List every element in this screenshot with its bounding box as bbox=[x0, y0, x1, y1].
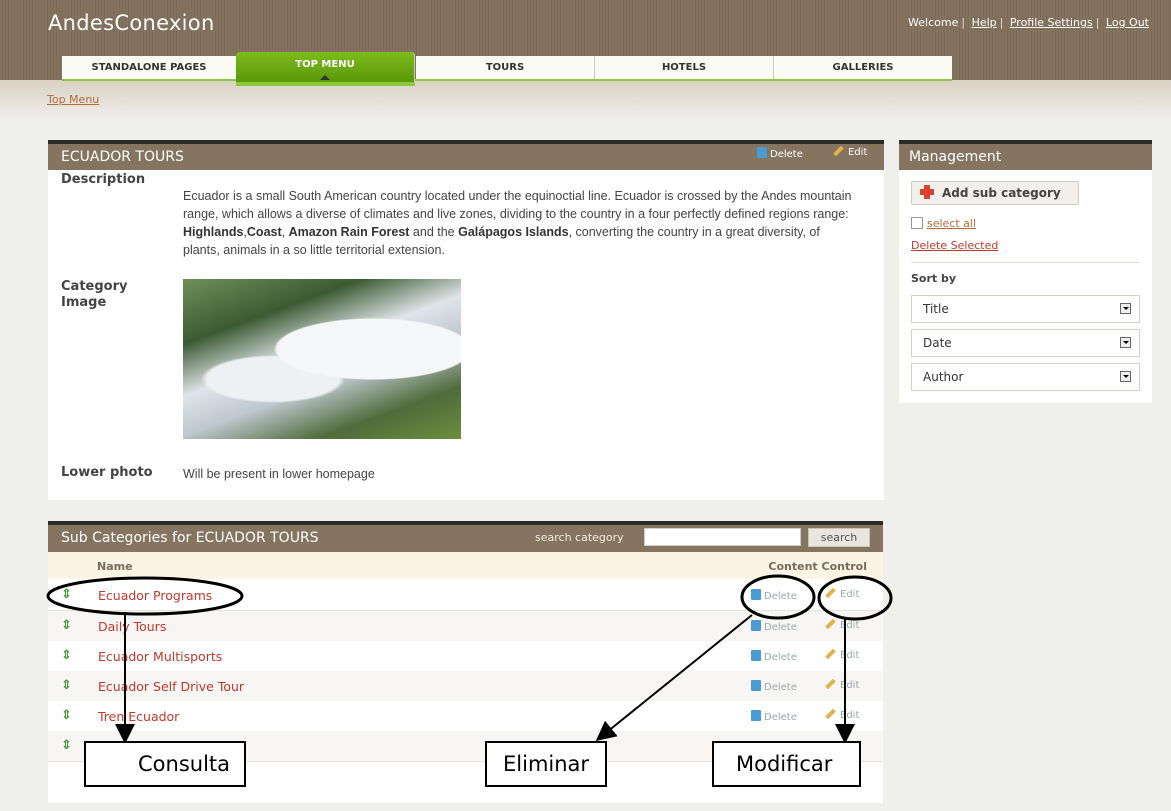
pencil-icon bbox=[825, 648, 836, 660]
delete-selected-link[interactable]: Delete Selected bbox=[911, 239, 998, 252]
tab-standalone-pages[interactable]: STANDALONE PAGES bbox=[62, 56, 237, 80]
pencil-icon bbox=[825, 678, 836, 690]
row-delete-button[interactable]: Delete bbox=[751, 589, 797, 602]
pencil-icon bbox=[825, 708, 836, 720]
lower-photo-value: Will be present in lower homepage bbox=[183, 467, 375, 481]
pencil-icon bbox=[833, 145, 844, 157]
row-delete-button[interactable]: Delete bbox=[751, 620, 797, 633]
sort-date-select[interactable]: Date bbox=[911, 329, 1140, 357]
row-delete-button[interactable]: Delete bbox=[751, 710, 797, 723]
reorder-arrow-icon[interactable]: ⇕ bbox=[61, 587, 72, 602]
category-image bbox=[183, 279, 461, 439]
reorder-arrow-icon[interactable]: ⇕ bbox=[61, 738, 72, 753]
row-delete-button[interactable]: Delete bbox=[751, 680, 797, 693]
help-link[interactable]: Help bbox=[972, 16, 997, 29]
subcategory-link[interactable]: Tren Ecuador bbox=[98, 709, 179, 724]
trash-icon bbox=[751, 710, 761, 721]
reorder-arrow-icon[interactable]: ⇕ bbox=[61, 678, 72, 693]
category-image-label: Category Image bbox=[61, 279, 128, 310]
app-logo: AndesConexion bbox=[48, 11, 215, 35]
tab-top-menu[interactable]: TOP MENU bbox=[236, 52, 415, 86]
user-links: Welcome | Help | Profile Settings | Log Out bbox=[908, 16, 1149, 29]
row-edit-button[interactable]: Edit bbox=[825, 618, 859, 631]
trash-icon bbox=[751, 650, 761, 661]
welcome-text: Welcome bbox=[908, 16, 959, 29]
table-row: ⇕ Daily Tours Delete Edit bbox=[48, 611, 883, 642]
divider bbox=[911, 262, 1140, 263]
sort-by-label: Sort by bbox=[911, 272, 957, 285]
description-label: Description bbox=[61, 172, 146, 187]
profile-settings-link[interactable]: Profile Settings bbox=[1010, 16, 1093, 29]
sort-title-select[interactable]: Title bbox=[911, 295, 1140, 323]
tab-tours[interactable]: TOURS bbox=[416, 56, 595, 80]
chevron-down-icon bbox=[1120, 337, 1131, 348]
pencil-icon bbox=[825, 618, 836, 630]
table-header: Name Content Control bbox=[48, 552, 883, 579]
row-edit-button[interactable]: Edit bbox=[825, 708, 859, 721]
pencil-icon bbox=[825, 587, 836, 599]
trash-icon bbox=[751, 620, 761, 631]
lower-photo-label: Lower photo bbox=[61, 465, 153, 480]
row-edit-button[interactable]: Edit bbox=[825, 648, 859, 661]
sort-author-select[interactable]: Author bbox=[911, 363, 1140, 391]
active-tab-caret-icon bbox=[320, 75, 330, 80]
breadcrumb[interactable]: Top Menu bbox=[47, 93, 99, 106]
subcategory-link[interactable]: Ecuador Self Drive Tour bbox=[98, 679, 244, 694]
subheader-band bbox=[0, 80, 1171, 120]
row-edit-button[interactable]: Edit bbox=[825, 678, 859, 691]
chevron-down-icon bbox=[1120, 303, 1131, 314]
trash-icon bbox=[757, 147, 767, 158]
tab-hotels[interactable]: HOTELS bbox=[595, 56, 774, 80]
chevron-down-icon bbox=[1120, 371, 1131, 382]
table-row: ⇕ Ecuador Programs Delete Edit bbox=[48, 580, 883, 611]
category-edit-button[interactable]: Edit bbox=[833, 145, 867, 158]
select-all[interactable]: select all bbox=[911, 217, 976, 230]
category-panel: ECUADOR TOURS Delete Edit Description Ec… bbox=[48, 140, 884, 500]
column-content-control: Content Control bbox=[768, 560, 867, 573]
category-title: ECUADOR TOURS bbox=[61, 149, 184, 165]
annotation-consulta: Consulta bbox=[84, 741, 246, 787]
select-all-checkbox[interactable] bbox=[911, 217, 923, 229]
table-row: ⇕ Tren Ecuador Delete Edit bbox=[48, 701, 883, 732]
management-title: Management bbox=[899, 140, 1152, 170]
add-sub-category-button[interactable]: Add sub category bbox=[911, 181, 1079, 205]
table-row: ⇕ Ecuador Self Drive Tour Delete Edit bbox=[48, 671, 883, 702]
subcategories-title: Sub Categories for ECUADOR TOURS bbox=[61, 530, 319, 546]
trash-icon bbox=[751, 589, 761, 600]
annotation-eliminar: Eliminar bbox=[485, 741, 607, 787]
search-category-label: search category bbox=[535, 531, 624, 544]
search-button[interactable]: search bbox=[808, 528, 870, 547]
tab-underline bbox=[62, 79, 952, 81]
subcategories-header: Sub Categories for ECUADOR TOURS search … bbox=[48, 521, 883, 552]
management-panel: Management Add sub category select all D… bbox=[899, 140, 1152, 403]
annotation-modificar: Modificar bbox=[712, 741, 861, 787]
trash-icon bbox=[751, 680, 761, 691]
column-name: Name bbox=[97, 560, 133, 573]
table-row: ⇕ Ecuador Multisports Delete Edit bbox=[48, 641, 883, 672]
logout-link[interactable]: Log Out bbox=[1106, 16, 1149, 29]
tab-galleries[interactable]: GALLERIES bbox=[774, 56, 952, 80]
row-edit-button[interactable]: Edit bbox=[825, 587, 859, 600]
subcategory-link[interactable]: Ecuador Programs bbox=[98, 588, 212, 603]
reorder-arrow-icon[interactable]: ⇕ bbox=[61, 648, 72, 663]
description-text: Ecuador is a small South American countr… bbox=[183, 189, 852, 257]
search-category-input[interactable] bbox=[644, 528, 801, 546]
category-delete-button[interactable]: Delete bbox=[757, 147, 803, 160]
subcategory-link[interactable]: Daily Tours bbox=[98, 619, 166, 634]
plus-icon bbox=[920, 185, 934, 199]
reorder-arrow-icon[interactable]: ⇕ bbox=[61, 708, 72, 723]
subcategory-link[interactable]: Ecuador Multisports bbox=[98, 649, 222, 664]
row-delete-button[interactable]: Delete bbox=[751, 650, 797, 663]
reorder-arrow-icon[interactable]: ⇕ bbox=[61, 618, 72, 633]
